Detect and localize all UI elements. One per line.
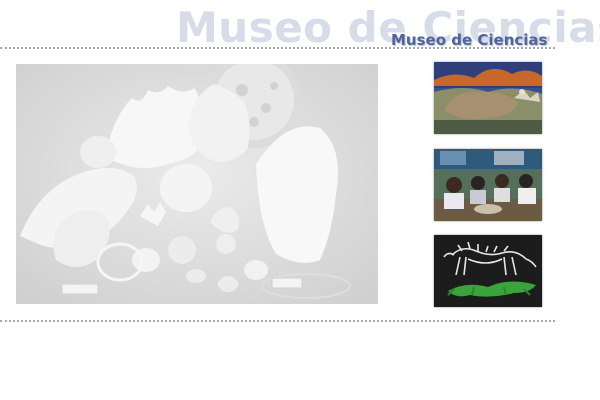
- shells-coral-collection-photo: [16, 64, 378, 304]
- divider-bottom: [0, 320, 555, 322]
- thumbnail-workshop[interactable]: [434, 149, 542, 221]
- hero-image: [16, 64, 378, 304]
- divider-top: [0, 47, 555, 49]
- visitors-workshop-photo: [434, 149, 542, 221]
- thumbnail-diorama[interactable]: [434, 62, 542, 134]
- dinosaur-skeleton-photo: [434, 235, 542, 307]
- diorama-animal-photo: [434, 62, 542, 134]
- thumbnail-dinosaur[interactable]: [434, 235, 542, 307]
